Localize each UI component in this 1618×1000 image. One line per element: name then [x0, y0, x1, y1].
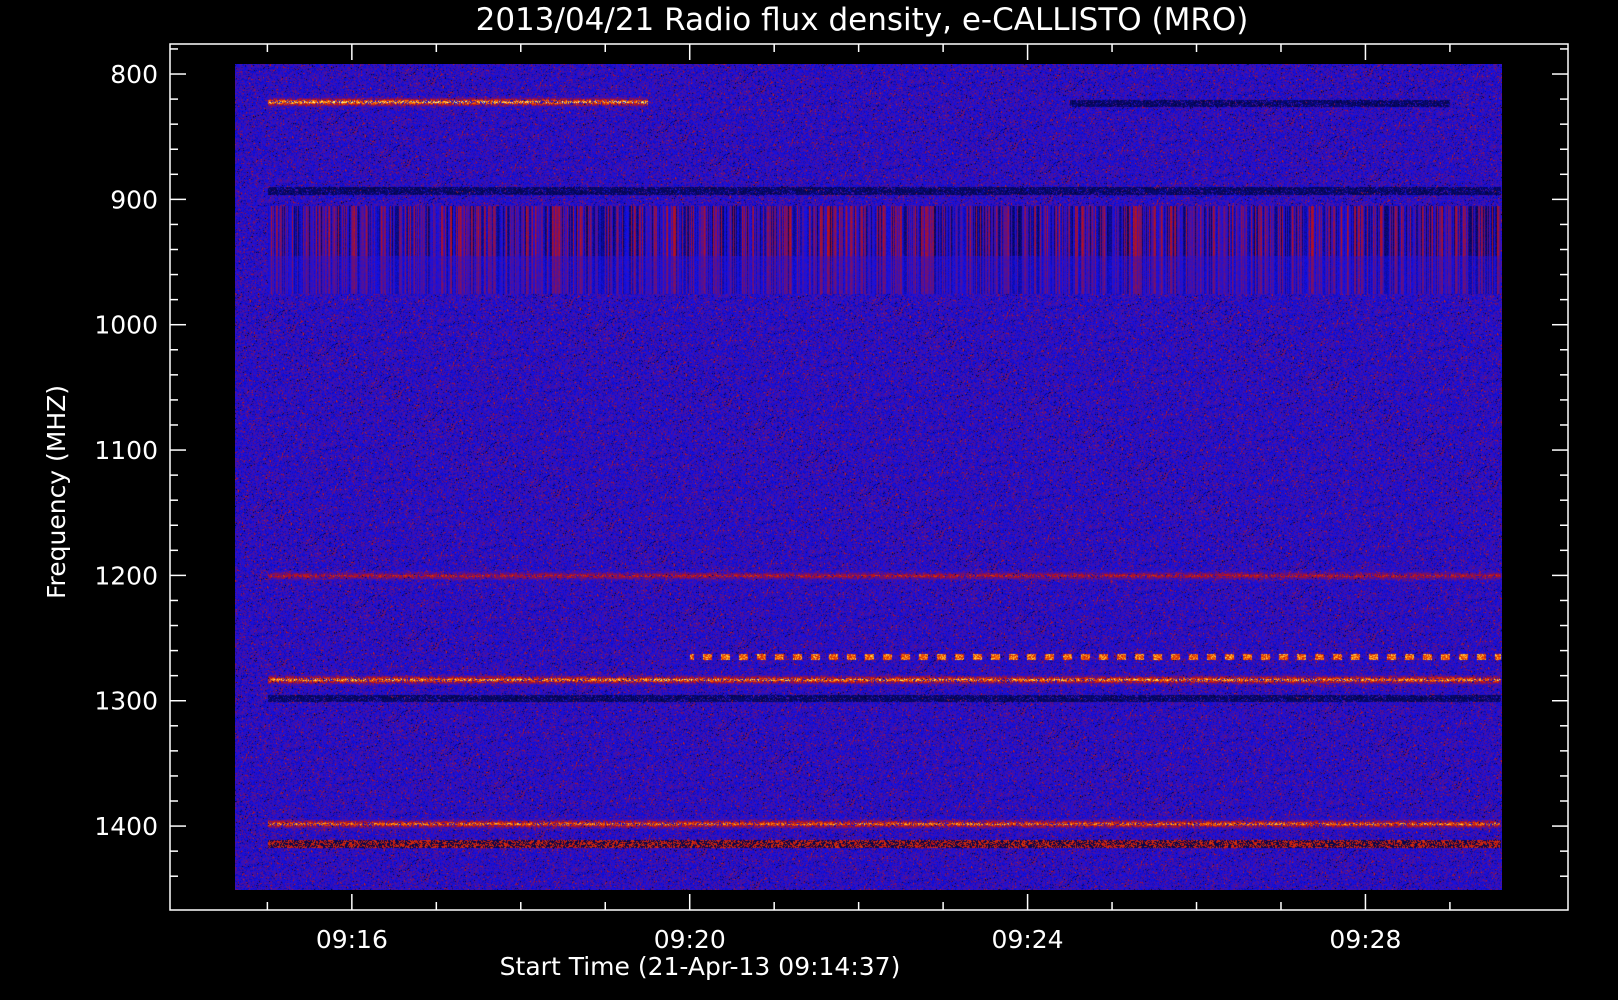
- y-tick-label: 1400: [94, 812, 158, 841]
- x-tick-label: 09:16: [316, 925, 388, 954]
- y-tick-label: 1000: [94, 311, 158, 340]
- x-tick-label: 09:20: [654, 925, 726, 954]
- x-tick-label: 09:24: [992, 925, 1064, 954]
- y-tick-label: 900: [110, 185, 158, 214]
- heatmap-image: [235, 64, 1502, 890]
- y-tick-label: 1300: [94, 687, 158, 716]
- y-tick-label: 1200: [94, 561, 158, 590]
- spectrogram-chart: 2013/04/21 Radio flux density, e-CALLIST…: [0, 0, 1618, 1000]
- x-axis-title: Start Time (21-Apr-13 09:14:37): [500, 952, 901, 981]
- chart-title: 2013/04/21 Radio flux density, e-CALLIST…: [476, 2, 1249, 38]
- y-tick-label: 1100: [94, 436, 158, 465]
- y-axis-title: Frequency (MHZ): [42, 385, 71, 599]
- y-tick-label: 800: [110, 60, 158, 89]
- x-tick-label: 09:28: [1329, 925, 1401, 954]
